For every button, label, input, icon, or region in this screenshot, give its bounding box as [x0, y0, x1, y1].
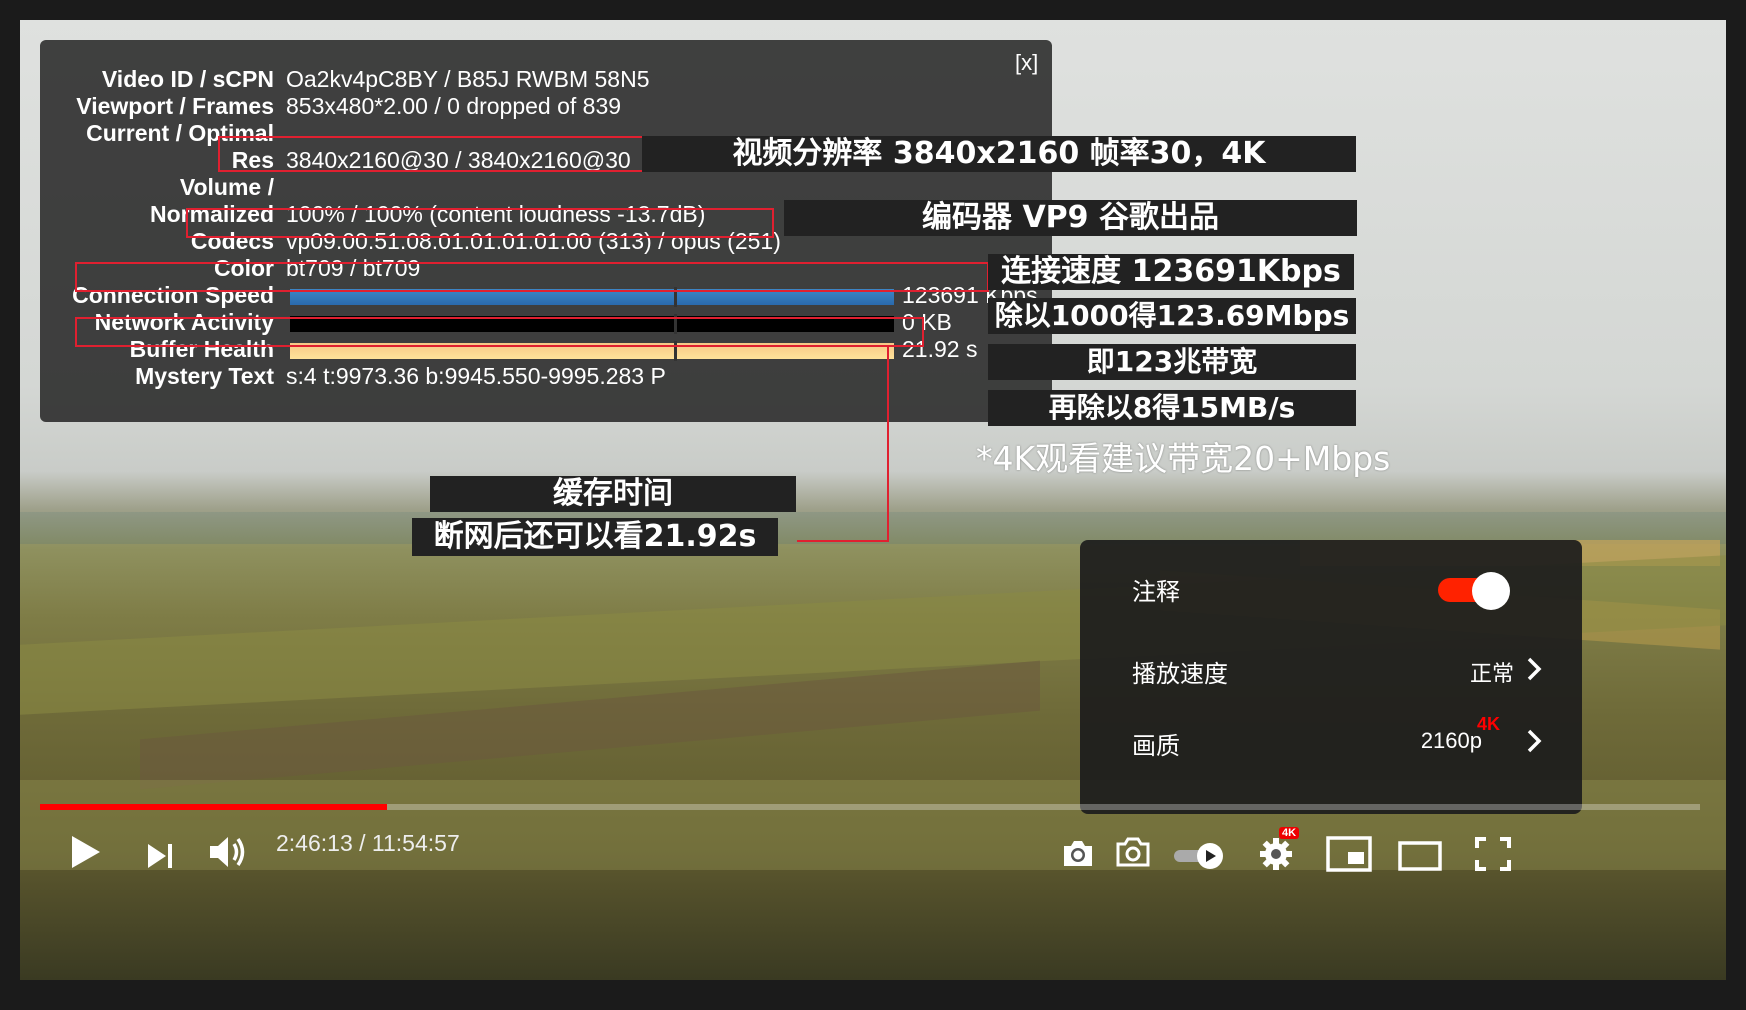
- stats-label: Res: [231, 147, 274, 173]
- next-button[interactable]: [146, 830, 176, 882]
- menu-item-playback-speed[interactable]: 播放速度 正常: [1080, 630, 1582, 710]
- chevron-right-icon: [1527, 729, 1542, 753]
- play-button[interactable]: [66, 826, 106, 878]
- annotation-bandwidth: 即123兆带宽: [988, 344, 1356, 380]
- stats-value: 100% / 100% (content loudness -13.7dB): [286, 201, 706, 227]
- toggle-knob: [1472, 572, 1510, 610]
- camera-outline-icon[interactable]: [1114, 826, 1152, 878]
- menu-item-label: 注释: [1132, 578, 1180, 606]
- stats-label: Viewport / Frames: [76, 93, 274, 119]
- chevron-right-icon: [1527, 657, 1542, 681]
- buffer-leader-line: [797, 540, 889, 542]
- miniplayer-icon[interactable]: [1326, 828, 1372, 880]
- stats-label: Color: [213, 255, 274, 281]
- annotation-4k-note: *4K观看建议带宽20+Mbps: [976, 439, 1391, 478]
- stats-label: Normalized: [150, 201, 274, 227]
- stats-row-connection-speed: Connection Speed 123691 Kbps: [40, 282, 1040, 312]
- progress-bar[interactable]: [40, 804, 1700, 810]
- stats-label: Volume /: [179, 174, 274, 200]
- video-player[interactable]: [x] Video ID / sCPN Oa2kv4pC8BY / B85J R…: [20, 20, 1726, 980]
- stats-label: Video ID / sCPN: [101, 66, 274, 92]
- annotations-toggle[interactable]: [1438, 572, 1510, 610]
- stats-value: 853x480*2.00 / 0 dropped of 839: [286, 93, 622, 119]
- progress-bar-played: [40, 804, 387, 810]
- stats-value: Oa2kv4pC8BY / B85J RWBM 58N5: [286, 66, 650, 92]
- menu-item-annotations[interactable]: 注释: [1080, 548, 1582, 628]
- stats-label: Network Activity: [94, 309, 274, 335]
- stats-row-buffer-health: Buffer Health 21.92 s: [40, 336, 1040, 366]
- menu-item-value: 2160p: [1420, 728, 1482, 753]
- video-frame-field: [140, 660, 1040, 790]
- buffer-health-bar: [290, 341, 894, 361]
- annotation-speed: 连接速度 123691Kbps: [988, 254, 1354, 290]
- annotation-divide-8: 再除以8得15MB/s: [988, 390, 1356, 426]
- stats-row-color: Color bt709 / bt709: [40, 255, 1040, 285]
- stats-label: Codecs: [190, 228, 274, 254]
- annotation-buffer-title: 缓存时间: [430, 476, 796, 512]
- screenshot-camera-icon[interactable]: [1060, 828, 1096, 880]
- menu-item-value: 正常: [1469, 661, 1514, 686]
- stats-row-viewport: Viewport / Frames 853x480*2.00 / 0 dropp…: [40, 93, 1040, 123]
- volume-button[interactable]: [208, 826, 250, 878]
- menu-item-label: 播放速度: [1132, 660, 1228, 688]
- stats-label: Connection Speed: [72, 282, 274, 308]
- stats-value: s:4 t:9973.36 b:9945.550-9995.283 P: [286, 363, 666, 389]
- stats-value: 3840x2160@30 / 3840x2160@30: [286, 147, 631, 173]
- settings-menu: 注释 播放速度 正常 画质 2160p 4K: [1080, 540, 1582, 814]
- stats-value: bt709 / bt709: [286, 255, 421, 281]
- autoplay-toggle-icon[interactable]: [1172, 830, 1226, 882]
- annotation-buffer-desc: 断网后还可以看21.92s: [412, 518, 778, 556]
- stats-label: Current / Optimal: [86, 120, 274, 146]
- quality-4k-badge: 4K: [1476, 714, 1500, 734]
- stats-value: 21.92 s: [902, 336, 978, 362]
- time-display: 2:46:13 / 11:54:57: [276, 830, 460, 856]
- stats-row-video-id: Video ID / sCPN Oa2kv4pC8BY / B85J RWBM …: [40, 66, 1040, 96]
- annotation-codec: 编码器 VP9 谷歌出品: [784, 200, 1357, 236]
- theater-mode-icon[interactable]: [1398, 830, 1442, 882]
- fullscreen-icon[interactable]: [1474, 828, 1512, 880]
- stats-value: 0 KB: [902, 309, 952, 335]
- stats-row-mystery-text: Mystery Text s:4 t:9973.36 b:9945.550-99…: [40, 363, 1040, 393]
- menu-item-quality[interactable]: 画质 2160p 4K: [1080, 702, 1582, 782]
- annotation-resolution: 视频分辨率 3840x2160 帧率30，4K: [642, 136, 1356, 172]
- stats-label: Buffer Health: [129, 336, 274, 362]
- stats-label: Mystery Text: [135, 363, 274, 389]
- stats-row-network-activity: Network Activity 0 KB: [40, 309, 1040, 339]
- stats-value: vp09.00.51.08.01.01.01.01.00 (313) / opu…: [286, 228, 781, 254]
- annotation-divide-1000: 除以1000得123.69Mbps: [988, 298, 1356, 334]
- connection-speed-bar: [290, 287, 894, 307]
- settings-4k-badge: 4K: [1279, 827, 1300, 839]
- network-activity-bar: [290, 314, 894, 334]
- menu-item-label: 画质: [1132, 732, 1180, 760]
